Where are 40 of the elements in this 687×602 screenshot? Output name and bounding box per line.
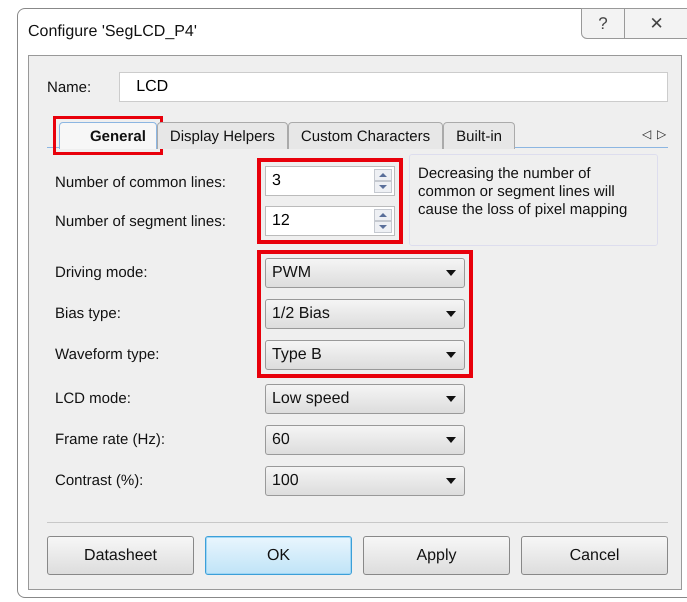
window-title: Configure 'SegLCD_P4' — [28, 23, 197, 42]
caret-icon — [446, 352, 456, 358]
dropdown[interactable]: Type B — [265, 340, 465, 370]
close-button[interactable]: ✕ — [625, 8, 687, 39]
spin-arrows-icon[interactable] — [374, 209, 392, 233]
tab[interactable]: Built-in — [443, 122, 515, 149]
caret-icon — [446, 437, 456, 443]
dialog-button[interactable]: OK — [205, 536, 352, 575]
field-label: LCD mode: — [55, 390, 132, 408]
spin-field[interactable]: 12 — [265, 206, 395, 236]
tab-scroll-button[interactable]: ▷ — [655, 127, 668, 141]
spin-field[interactable]: 3 — [265, 166, 395, 196]
dropdown[interactable]: PWM — [265, 258, 465, 288]
tab[interactable]: Display Helpers — [156, 122, 288, 149]
field-label: Number of common lines: — [55, 174, 227, 191]
tab-scroll-button[interactable]: ◁ — [640, 127, 653, 141]
dialog-button[interactable]: Datasheet — [47, 536, 194, 575]
caret-icon — [446, 396, 456, 402]
tab[interactable]: General — [59, 122, 157, 149]
spin-arrows-icon[interactable] — [374, 169, 392, 193]
name-label: Name: — [47, 78, 92, 96]
field-label: Driving mode: — [55, 264, 149, 282]
dialog-button[interactable]: Apply — [363, 536, 510, 575]
info-note: Decreasing the number of common or segment lines will cause the loss of pixel mapping — [409, 154, 658, 246]
field-label: Bias type: — [55, 305, 122, 323]
dialog-button[interactable]: Cancel — [521, 536, 668, 575]
field-label: Contrast (%): — [55, 472, 144, 490]
dropdown[interactable]: 100 — [265, 466, 465, 496]
field-label: Frame rate (Hz): — [55, 431, 166, 449]
tab[interactable]: Custom Characters — [288, 122, 444, 149]
dropdown[interactable]: 1/2 Bias — [265, 299, 465, 329]
help-button[interactable]: ? — [581, 8, 625, 39]
name-field[interactable]: LCD — [119, 72, 668, 102]
field-label: Number of segment lines: — [55, 213, 227, 230]
field-label: Waveform type: — [55, 346, 160, 364]
dropdown[interactable]: Low speed — [265, 384, 465, 414]
caret-icon — [446, 270, 456, 276]
caret-icon — [446, 311, 456, 317]
dropdown[interactable]: 60 — [265, 425, 465, 455]
caret-icon — [446, 478, 456, 484]
